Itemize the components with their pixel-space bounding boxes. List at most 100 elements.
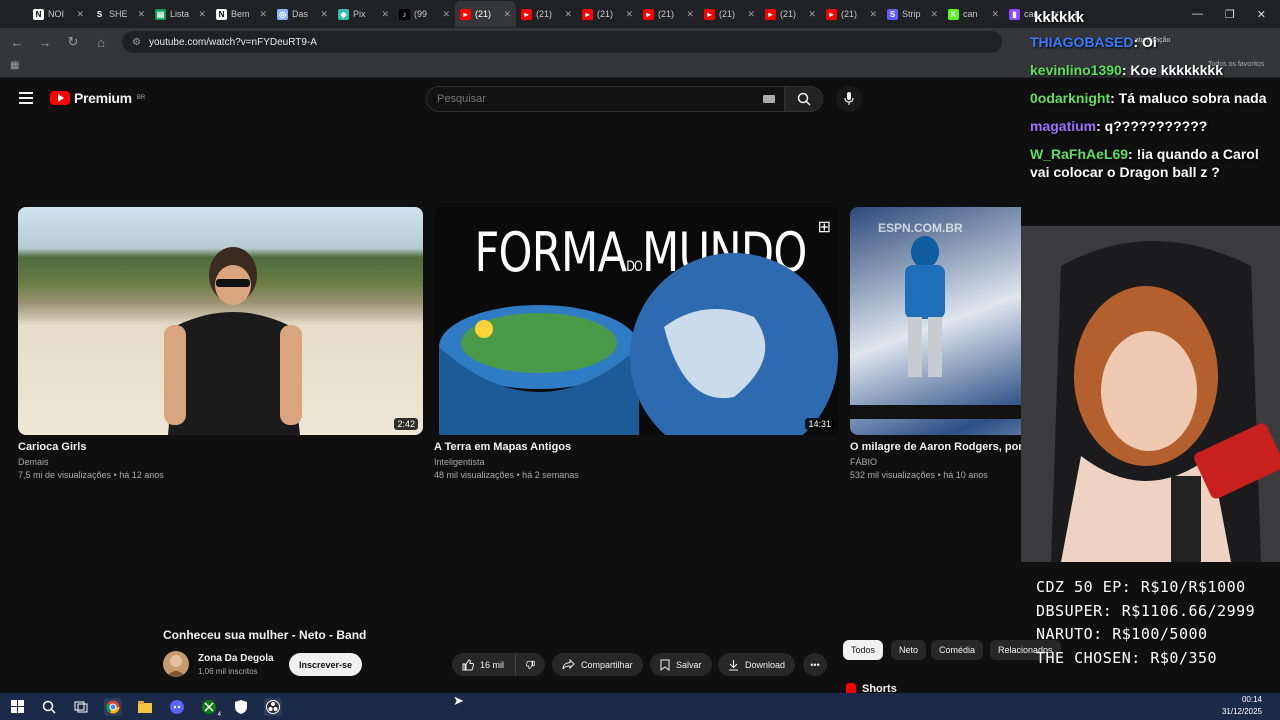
subscribe-button[interactable]: Inscrever-se xyxy=(289,653,363,676)
task-view-icon[interactable] xyxy=(72,698,90,716)
chat-message: 0odarknight: Tá maluco sobra nada xyxy=(1030,89,1280,107)
chat-text: : Tá maluco sobra nada xyxy=(1110,90,1267,106)
video-card[interactable]: ESPN.COM.BR O milagre de Aaron Rodgers, … xyxy=(850,207,1021,480)
tab-close-icon[interactable]: ✕ xyxy=(747,9,755,20)
discord-icon[interactable] xyxy=(168,698,186,716)
search-input[interactable] xyxy=(426,86,785,112)
browser-tab[interactable]: ▸ (21) ✕ xyxy=(577,1,638,27)
tab-close-icon[interactable]: ✕ xyxy=(259,9,267,20)
xbox-icon[interactable]: 4 xyxy=(200,698,221,718)
dislike-button[interactable] xyxy=(515,653,545,676)
channel-avatar[interactable] xyxy=(163,651,189,677)
browser-tab[interactable]: ▸ (21) ✕ xyxy=(455,1,516,27)
channel-title[interactable]: Zona Da Degola xyxy=(198,653,274,664)
url-field[interactable]: ⚙ youtube.com/watch?v=nFYDeuRT9-A xyxy=(122,31,1002,53)
tab-close-icon[interactable]: ✕ xyxy=(503,9,511,20)
search-taskbar-icon[interactable] xyxy=(40,698,58,716)
video-thumbnail[interactable]: 2:42 xyxy=(18,207,423,435)
tab-title: SHE xyxy=(109,9,128,19)
tab-close-icon[interactable]: ✕ xyxy=(625,9,633,20)
browser-tab[interactable]: N Bem ✕ xyxy=(211,1,272,27)
tab-close-icon[interactable]: ✕ xyxy=(869,9,877,20)
minimize-icon[interactable]: — xyxy=(1192,8,1203,20)
voice-search-button[interactable] xyxy=(836,86,862,112)
forward-icon[interactable]: → xyxy=(38,35,52,50)
tab-close-icon[interactable]: ✕ xyxy=(442,9,450,20)
s-icon: S xyxy=(94,8,105,20)
chip-comedia[interactable]: Comédia xyxy=(931,640,984,660)
site-info-icon[interactable]: ⚙ xyxy=(132,37,141,48)
browser-tab[interactable]: ▸ (21) ✕ xyxy=(638,1,699,27)
obs-icon[interactable] xyxy=(264,697,282,716)
video-thumbnail[interactable]: ESPN.COM.BR xyxy=(850,207,1021,435)
youtube-icon: ▸ xyxy=(765,8,776,20)
browser-tab[interactable]: ◆ Pix ✕ xyxy=(333,1,394,27)
tab-close-icon[interactable]: ✕ xyxy=(930,9,938,20)
tab-close-icon[interactable]: ✕ xyxy=(76,9,84,20)
browser-tab[interactable]: S SHE ✕ xyxy=(89,1,150,27)
chip-todos[interactable]: Todos xyxy=(843,640,884,660)
browser-tab[interactable]: ▸ (21) ✕ xyxy=(516,1,577,27)
channel-name[interactable]: FÁBIO xyxy=(850,457,1021,467)
channel-name[interactable]: Inteligentista xyxy=(434,457,839,467)
keyboard-icon[interactable] xyxy=(763,95,775,103)
browser-tab[interactable]: Kcan ✕ xyxy=(943,1,1004,27)
tab-close-icon[interactable]: ✕ xyxy=(991,9,999,20)
tab-close-icon[interactable]: ✕ xyxy=(198,9,206,20)
video-title[interactable]: Carioca Girls xyxy=(18,441,423,453)
search-button[interactable] xyxy=(785,86,823,112)
browser-tab[interactable]: S Strip ✕ xyxy=(882,1,943,27)
maximize-icon[interactable]: ❐ xyxy=(1225,8,1235,21)
share-button[interactable]: Compartilhar xyxy=(552,653,643,676)
tab-close-icon[interactable]: ✕ xyxy=(808,9,816,20)
tab-title: Lista xyxy=(170,9,190,19)
hamburger-menu-icon[interactable] xyxy=(19,92,33,104)
browser-tab[interactable]: ▸ (21) ✕ xyxy=(821,1,882,27)
youtube-play-icon xyxy=(50,91,70,105)
close-icon[interactable]: ✕ xyxy=(1257,8,1266,21)
tab-close-icon[interactable]: ✕ xyxy=(381,9,389,20)
chip-neto[interactable]: Neto xyxy=(891,640,927,660)
video-card[interactable]: FORMADOMUNDO ⊞ 14:31 A Terra em Mapas An… xyxy=(434,207,839,480)
video-thumbnail[interactable]: FORMADOMUNDO ⊞ 14:31 xyxy=(434,207,839,435)
tab-title: NOI xyxy=(48,9,65,19)
video-card[interactable]: 2:42 Carioca Girls Demais 7,5 mi de visu… xyxy=(18,207,423,480)
security-shield-icon[interactable] xyxy=(232,698,250,716)
browser-tab[interactable]: ♪ (99 ✕ xyxy=(394,1,455,27)
tab-close-icon[interactable]: ✕ xyxy=(686,9,694,20)
chat-username: magatium xyxy=(1030,118,1097,134)
like-button[interactable]: 16 mil xyxy=(452,653,515,676)
more-actions-button[interactable]: ••• xyxy=(803,653,827,676)
windows-start-icon[interactable] xyxy=(8,698,26,716)
chat-message: magatium: q??????????? xyxy=(1030,117,1280,135)
video-title[interactable]: A Terra em Mapas Antigos xyxy=(434,441,839,453)
channel-name[interactable]: Demais xyxy=(18,457,423,467)
tab-title: (21) xyxy=(841,9,858,19)
browser-tab[interactable]: ◎ Das ✕ xyxy=(272,1,333,27)
back-icon[interactable]: ← xyxy=(10,35,24,50)
browser-tab[interactable]: ▸ (21) ✕ xyxy=(699,1,760,27)
browser-tab[interactable]: ▸ (21) ✕ xyxy=(760,1,821,27)
home-icon[interactable]: ⌂ xyxy=(94,35,108,50)
youtube-logo[interactable]: Premium BR xyxy=(50,90,145,106)
tab-title: (21) xyxy=(719,9,736,19)
video-title[interactable]: O milagre de Aaron Rodgers, por Ev xyxy=(850,441,1021,453)
tab-close-icon[interactable]: ✕ xyxy=(137,9,145,20)
reload-icon[interactable]: ↻ xyxy=(66,34,80,50)
chrome-icon[interactable] xyxy=(104,697,122,716)
tab-title: Pix xyxy=(353,9,366,19)
apps-icon[interactable]: ▦ xyxy=(10,60,19,71)
tab-title: Bem xyxy=(231,9,250,19)
tab-close-icon[interactable]: ✕ xyxy=(564,9,572,20)
save-button[interactable]: Salvar xyxy=(650,653,712,676)
browser-tab[interactable]: ▤ Lista ✕ xyxy=(150,1,211,27)
download-button[interactable]: Download xyxy=(718,653,796,676)
stream-chat-overlay: THIAGOBASED: Oi kevinlino1390: Koe kkkkkk… xyxy=(1030,33,1280,191)
browser-tab[interactable]: N NOI ✕ xyxy=(28,1,89,27)
tab-title: (21) xyxy=(780,9,797,19)
tiktok-icon: ♪ xyxy=(399,8,410,20)
logo-text: Premium xyxy=(74,90,132,106)
tab-close-icon[interactable]: ✕ xyxy=(320,9,328,20)
file-explorer-icon[interactable] xyxy=(136,698,154,716)
system-clock[interactable]: 00:14 31/12/2025 xyxy=(1222,694,1262,718)
